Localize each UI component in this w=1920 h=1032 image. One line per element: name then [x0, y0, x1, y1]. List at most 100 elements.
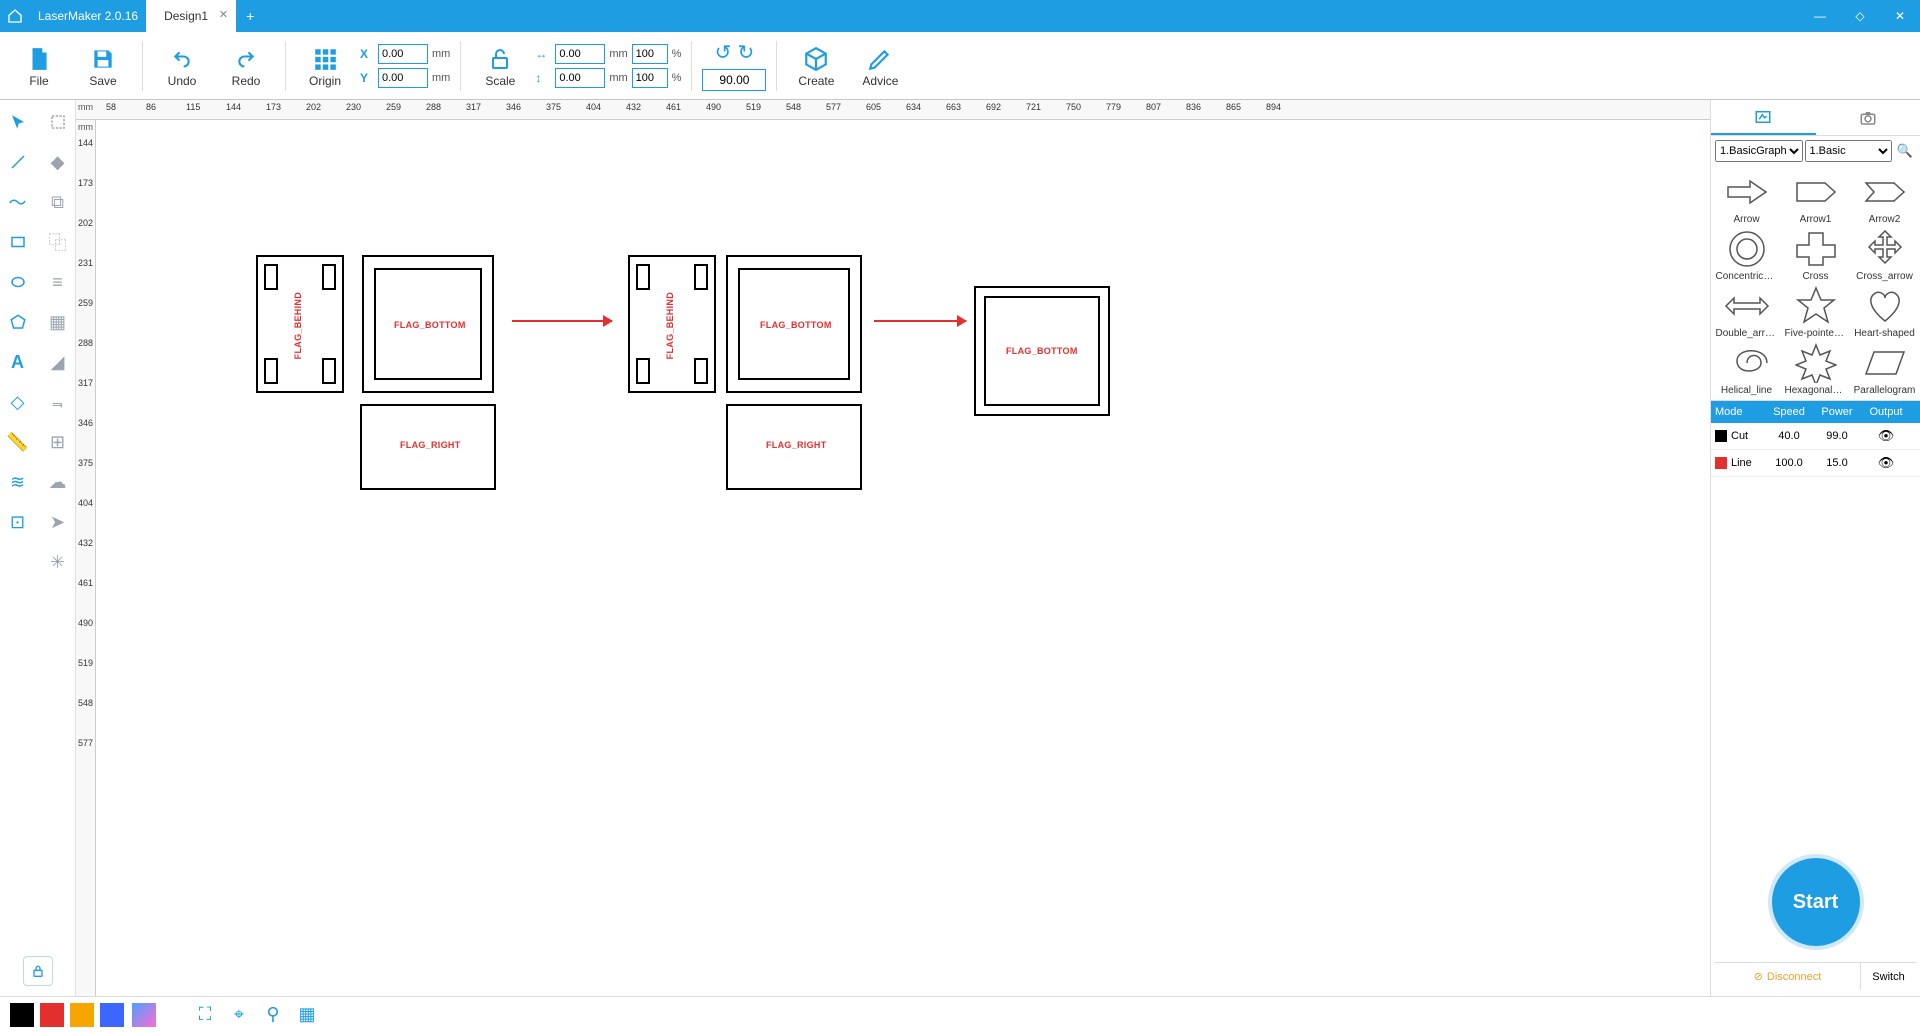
- cloud-tool[interactable]: ☁: [42, 466, 74, 498]
- shape-fill-tool[interactable]: ◆: [42, 146, 74, 178]
- shape-label: Concentric_circle: [1716, 271, 1778, 282]
- ruler-tool[interactable]: 📏: [2, 426, 34, 458]
- layers-tool[interactable]: ≋: [2, 466, 34, 498]
- eye-icon[interactable]: 👁: [1861, 450, 1911, 476]
- ruler-v-tick: 432: [78, 538, 93, 548]
- disconnect-icon: ⊘: [1754, 970, 1763, 983]
- spark-tool[interactable]: ✳: [42, 546, 74, 578]
- graph-tool[interactable]: ⫬: [42, 386, 74, 418]
- rect-tool[interactable]: [2, 226, 34, 258]
- height-input[interactable]: [555, 68, 605, 88]
- color-swatch[interactable]: [70, 1003, 94, 1027]
- ruler-v-tick: 202: [78, 218, 93, 228]
- ruler-h-tick: 865: [1226, 102, 1241, 112]
- close-window-button[interactable]: ✕: [1880, 0, 1920, 32]
- shape-icon: [1719, 227, 1775, 271]
- tab-camera[interactable]: [1816, 100, 1920, 135]
- file-button[interactable]: File: [10, 36, 68, 96]
- shape-item[interactable]: Arrow1: [1782, 170, 1849, 225]
- redo-button[interactable]: Redo: [217, 36, 275, 96]
- layer-table: Mode Speed Power Output Cut40.099.0👁Line…: [1711, 400, 1920, 477]
- minimize-button[interactable]: —: [1800, 0, 1840, 32]
- rotate-cw-icon[interactable]: ↻: [737, 40, 754, 65]
- ruler-v-tick: 519: [78, 658, 93, 668]
- scale-y-input[interactable]: [632, 68, 668, 88]
- shape-item[interactable]: Arrow: [1713, 170, 1780, 225]
- maximize-button[interactable]: ◇: [1840, 0, 1880, 32]
- document-tab[interactable]: Design1 ✕: [146, 0, 236, 32]
- undo-button[interactable]: Undo: [153, 36, 211, 96]
- angle-input[interactable]: [702, 69, 766, 91]
- text-tool[interactable]: A: [2, 346, 34, 378]
- mirror-tool[interactable]: ◢: [42, 346, 74, 378]
- ruler-v-tick: 231: [78, 258, 93, 268]
- eraser-tool[interactable]: ◇: [2, 386, 34, 418]
- copy-tool[interactable]: ⧉: [42, 186, 74, 218]
- coord-group: X mm Y mm: [360, 44, 450, 88]
- ellipse-tool[interactable]: [2, 266, 34, 298]
- create-button[interactable]: Create: [787, 36, 845, 96]
- rotate-ccw-icon[interactable]: ↺: [715, 40, 732, 65]
- color-swatch[interactable]: [100, 1003, 124, 1027]
- shape-label: Arrow: [1733, 214, 1759, 225]
- polygon-tool[interactable]: [2, 306, 34, 338]
- align-left-tool[interactable]: ≡: [42, 266, 74, 298]
- search-shapes-icon[interactable]: 🔍: [1894, 140, 1916, 162]
- shape-item[interactable]: Hexagonal_star: [1782, 341, 1849, 396]
- ruler-v-tick: 144: [78, 138, 93, 148]
- shape-item[interactable]: Parallelogram: [1851, 341, 1918, 396]
- send-tool[interactable]: ➤: [42, 506, 74, 538]
- layout-tool[interactable]: ⊡: [2, 506, 34, 538]
- shape-item[interactable]: Five-pointed_star: [1782, 284, 1849, 339]
- duplicate-tool[interactable]: ⿻: [42, 226, 74, 258]
- close-tab-icon[interactable]: ✕: [219, 8, 228, 21]
- shape-item[interactable]: Heart-shaped: [1851, 284, 1918, 339]
- layer-row[interactable]: Cut40.099.0👁: [1711, 423, 1920, 450]
- eye-icon[interactable]: 👁: [1861, 423, 1911, 449]
- y-input[interactable]: [378, 68, 428, 88]
- shape-item[interactable]: Cross: [1782, 227, 1849, 282]
- title-bar: LaserMaker 2.0.16 Design1 ✕ + — ◇ ✕: [0, 0, 1920, 32]
- magnet-icon[interactable]: ⚲: [260, 1002, 286, 1028]
- shape-cat-a[interactable]: 1.BasicGraph: [1715, 140, 1803, 162]
- origin-button[interactable]: Origin: [296, 36, 354, 96]
- line-tool[interactable]: [2, 146, 34, 178]
- curve-tool[interactable]: 〜: [2, 186, 34, 218]
- scale-x-input[interactable]: [632, 44, 668, 64]
- shape-item[interactable]: Cross_arrow: [1851, 227, 1918, 282]
- pencil-icon: [867, 44, 893, 74]
- switch-button[interactable]: Switch: [1860, 963, 1916, 990]
- scale-button[interactable]: Scale: [471, 36, 529, 96]
- shape-item[interactable]: Concentric_circle: [1713, 227, 1780, 282]
- color-swatch[interactable]: [40, 1003, 64, 1027]
- ruler-h-tick: 432: [626, 102, 641, 112]
- grid-array-tool[interactable]: ▦: [42, 306, 74, 338]
- save-button[interactable]: Save: [74, 36, 132, 96]
- disconnect-button[interactable]: ⊘Disconnect: [1715, 970, 1860, 983]
- advice-button[interactable]: Advice: [851, 36, 909, 96]
- shape-cat-b[interactable]: 1.Basic: [1805, 140, 1893, 162]
- color-gradient[interactable]: [132, 1003, 156, 1027]
- table-tool[interactable]: ⊞: [42, 426, 74, 458]
- drawing-canvas[interactable]: FLAG_BEHIND FLAG_BOTTOM FLAG_RIGHT FLAG_…: [96, 120, 1710, 996]
- select-tool[interactable]: [2, 106, 34, 138]
- tab-shapes[interactable]: [1711, 100, 1816, 135]
- lock-canvas-button[interactable]: [23, 956, 53, 986]
- shape-label: Double_arrow: [1716, 328, 1778, 339]
- home-icon[interactable]: [0, 8, 30, 24]
- shape-item[interactable]: Helical_line: [1713, 341, 1780, 396]
- marquee-tool[interactable]: [42, 106, 74, 138]
- color-swatch[interactable]: [10, 1003, 34, 1027]
- focus-icon[interactable]: ⌖: [226, 1002, 252, 1028]
- fit-to-screen-icon[interactable]: ⛶: [192, 1002, 218, 1028]
- shape-item[interactable]: Arrow2: [1851, 170, 1918, 225]
- flag-bottom-1: FLAG_BOTTOM: [394, 320, 466, 330]
- shape-item[interactable]: Double_arrow: [1713, 284, 1780, 339]
- add-tab-button[interactable]: +: [236, 8, 264, 24]
- start-button[interactable]: Start: [1768, 854, 1864, 950]
- grid-icon[interactable]: ▦: [294, 1002, 320, 1028]
- x-input[interactable]: [378, 44, 428, 64]
- ruler-h-tick: 317: [466, 102, 481, 112]
- width-input[interactable]: [555, 44, 605, 64]
- layer-row[interactable]: Line100.015.0👁: [1711, 450, 1920, 477]
